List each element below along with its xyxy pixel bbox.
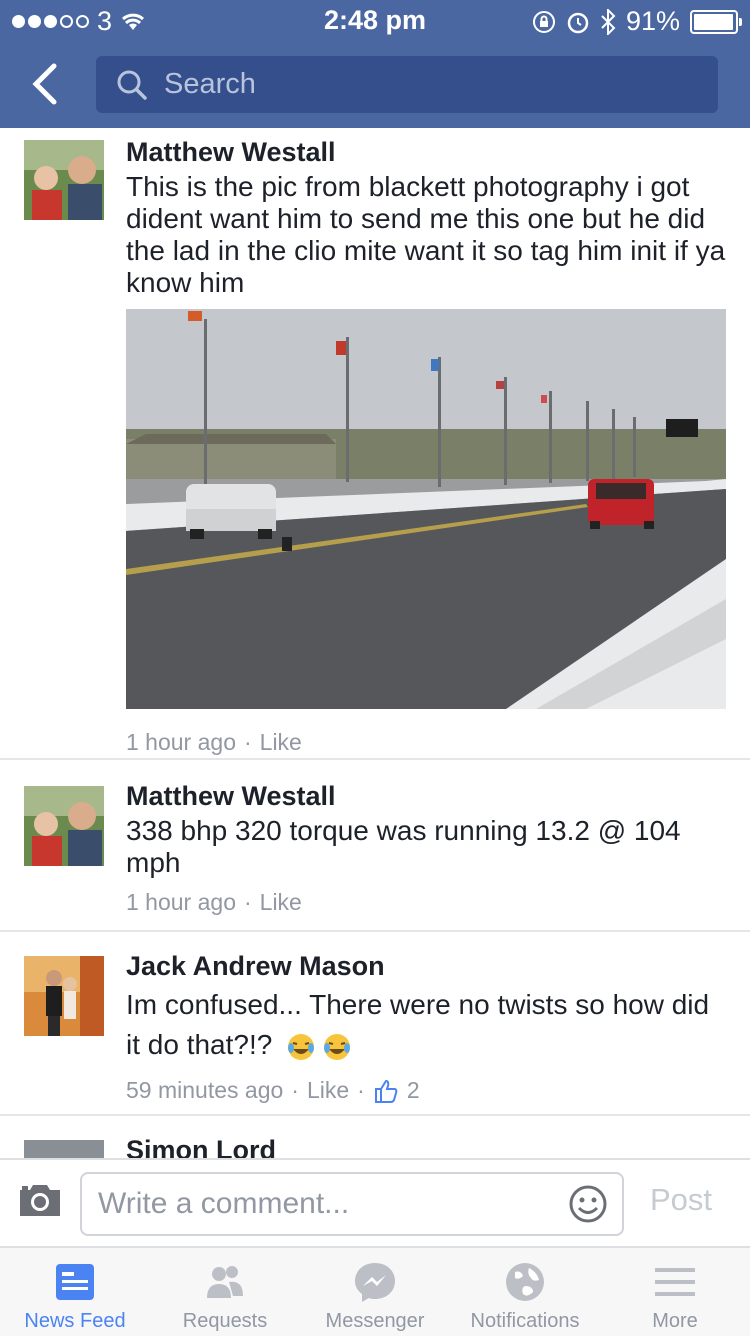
avatar[interactable] [24, 956, 104, 1036]
comment-input-wrapper[interactable] [80, 1172, 624, 1236]
comment-meta: 1 hour ago · Like [126, 729, 302, 756]
tears-of-joy-emoji-icon [288, 1033, 315, 1060]
comment-author[interactable]: Simon Lord [126, 1134, 730, 1158]
tears-of-joy-emoji-icon [324, 1033, 351, 1060]
tab-label: More [652, 1310, 698, 1332]
comment-item: Simon Lord [0, 1116, 750, 1158]
avatar[interactable] [24, 140, 104, 220]
status-bar: 3 2:48 pm 91% [0, 0, 750, 40]
tab-messenger[interactable]: Messenger [300, 1248, 450, 1336]
comment-meta: 59 minutes ago · Like · 2 [126, 1077, 420, 1104]
comment-timestamp: 1 hour ago [126, 889, 236, 915]
comment-input[interactable] [96, 1186, 560, 1222]
camera-icon[interactable] [18, 1182, 62, 1218]
globe-icon [506, 1263, 544, 1301]
messenger-icon [355, 1263, 395, 1302]
tab-label: Notifications [470, 1310, 580, 1332]
friends-icon [207, 1266, 243, 1298]
comment-item: Jack Andrew Mason Im confused... There w… [0, 932, 750, 1116]
tab-news-feed[interactable]: News Feed [0, 1248, 150, 1336]
smiley-icon[interactable] [568, 1184, 608, 1224]
comment-meta: 1 hour ago · Like [126, 889, 302, 916]
news-feed-icon [56, 1264, 94, 1300]
tab-label: Requests [182, 1310, 268, 1332]
rotation-lock-icon [532, 10, 555, 33]
back-arrow-icon[interactable] [26, 60, 66, 108]
comment-text: Im confused... There were no twists so h… [126, 985, 730, 1065]
comment-composer: Post [0, 1158, 750, 1248]
search-bar[interactable] [96, 56, 718, 113]
tab-notifications[interactable]: Notifications [450, 1248, 600, 1336]
comment-timestamp: 59 minutes ago [126, 1077, 284, 1103]
comment-list: Matthew Westall This is the pic from bla… [0, 128, 750, 1158]
search-icon [117, 70, 147, 100]
comment-author[interactable]: Jack Andrew Mason [126, 950, 730, 982]
thumbs-up-icon [374, 1079, 398, 1103]
comment-author[interactable]: Matthew Westall [126, 780, 730, 812]
comment-text: This is the pic from blackett photograph… [126, 171, 726, 298]
tab-label: Messenger [325, 1310, 425, 1332]
like-link[interactable]: Like [307, 1077, 349, 1104]
comment-text: 338 bhp 320 torque was running 13.2 @ 10… [126, 815, 681, 878]
comment-author[interactable]: Matthew Westall [126, 136, 730, 168]
comment-text-content: Im confused... There were no twists so h… [126, 989, 710, 1060]
nav-bar [0, 40, 750, 128]
comment-item: Matthew Westall This is the pic from bla… [0, 128, 750, 760]
avatar[interactable] [24, 786, 104, 866]
tab-more[interactable]: More [600, 1248, 750, 1336]
avatar[interactable] [24, 1140, 104, 1158]
battery-icon [690, 9, 742, 34]
status-icons: 91% [532, 6, 742, 37]
like-count: 2 [406, 1077, 420, 1103]
like-link[interactable]: Like [260, 729, 302, 756]
tab-bar: News Feed Requests Messenger Notificatio… [0, 1246, 750, 1336]
comment-item: Matthew Westall 338 bhp 320 torque was r… [0, 760, 750, 932]
comment-timestamp: 1 hour ago [126, 729, 236, 755]
search-input[interactable] [162, 67, 686, 102]
tab-requests[interactable]: Requests [150, 1248, 300, 1336]
tab-label: News Feed [24, 1310, 126, 1332]
bluetooth-icon [601, 8, 616, 35]
menu-icon [655, 1268, 695, 1296]
attached-photo[interactable] [126, 309, 726, 709]
post-button[interactable]: Post [650, 1182, 712, 1218]
battery-percent: 91% [625, 6, 680, 36]
alarm-icon [567, 12, 589, 33]
like-link[interactable]: Like [260, 889, 302, 916]
